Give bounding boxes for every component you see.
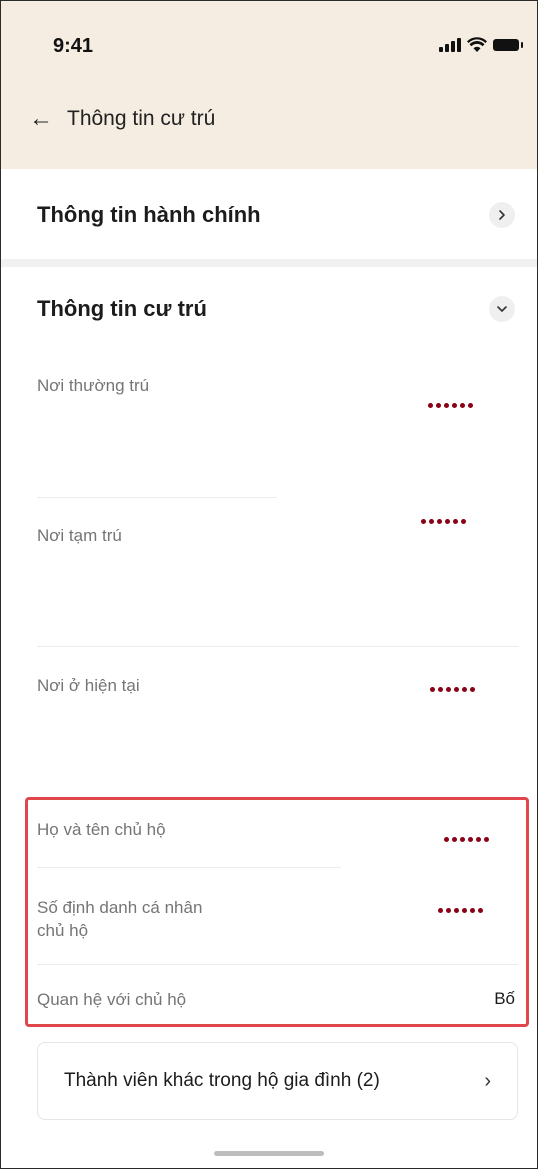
family-members-label: Thành viên khác trong hộ gia đình (2) [64, 1070, 380, 1091]
section-residence-title: Thông tin cư trú [37, 296, 207, 321]
phone-screen: 9:41 ← Thông tin cư trú Thông tin hành c… [0, 0, 538, 1169]
section-admin-title: Thông tin hành chính [37, 202, 261, 227]
divider [37, 497, 277, 498]
household-head-name-value [444, 837, 489, 842]
permanent-residence-value [428, 403, 473, 408]
household-head-id-label: Số định danh cá nhân chủ hộ [37, 897, 202, 943]
family-members-button[interactable]: Thành viên khác trong hộ gia đình (2) › [37, 1042, 518, 1120]
household-head-id-value [438, 908, 483, 913]
page-title: Thông tin cư trú [67, 107, 216, 130]
section-residence[interactable]: Thông tin cư trú [1, 283, 537, 335]
temporary-residence-value [421, 519, 466, 524]
household-head-id-label-line2: chủ hộ [37, 920, 89, 940]
section-divider [1, 259, 537, 267]
relationship-value: Bố [494, 989, 515, 1008]
status-time: 9:41 [53, 35, 94, 57]
header: ← Thông tin cư trú [29, 107, 215, 131]
temporary-residence-label: Nơi tạm trú [37, 526, 122, 545]
household-head-id-label-line1: Số định danh cá nhân [37, 898, 203, 917]
chevron-right-icon: › [484, 1069, 491, 1092]
relationship-label: Quan hệ với chủ hộ [37, 990, 187, 1009]
section-admin[interactable]: Thông tin hành chính [1, 189, 537, 241]
top-bar: 9:41 ← Thông tin cư trú [1, 1, 537, 169]
household-head-name-label: Họ và tên chủ hộ [37, 820, 166, 839]
divider [37, 646, 519, 647]
signal-icon [439, 38, 461, 52]
status-icons [439, 37, 523, 53]
chevron-right-icon[interactable] [489, 202, 515, 228]
permanent-residence-label: Nơi thường trú [37, 376, 150, 395]
arrow-left-icon[interactable]: ← [29, 107, 53, 131]
battery-icon [493, 39, 523, 51]
divider [37, 867, 341, 868]
current-residence-label: Nơi ở hiện tại [37, 676, 140, 695]
home-indicator[interactable] [214, 1151, 324, 1156]
current-residence-value [430, 687, 475, 692]
chevron-down-icon[interactable] [489, 296, 515, 322]
wifi-icon [467, 37, 487, 52]
divider [37, 964, 518, 965]
